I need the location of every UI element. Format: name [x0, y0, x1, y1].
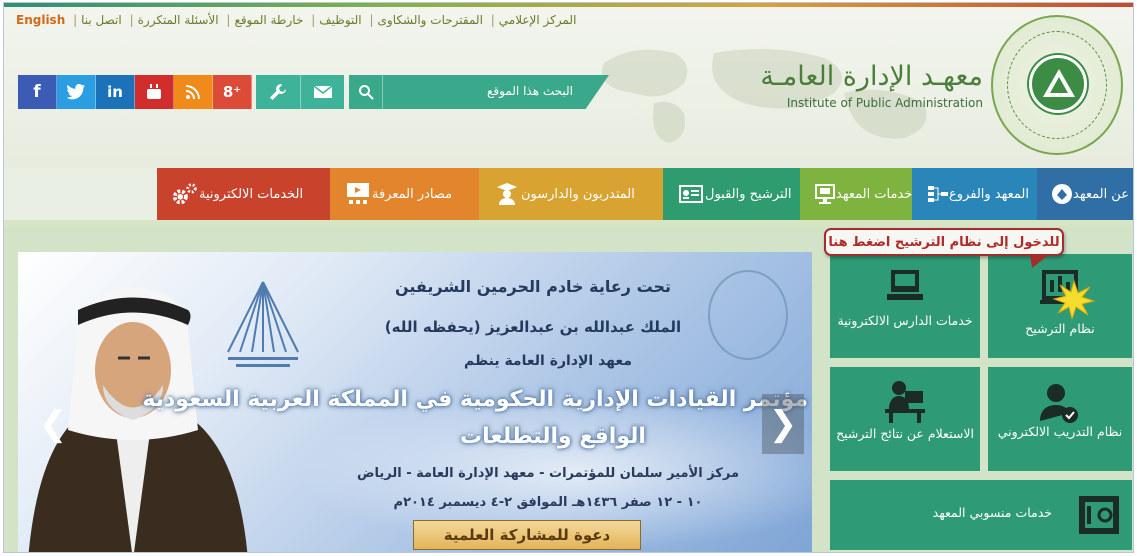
tile-nomination-label: نظام الترشيح: [1025, 321, 1095, 336]
tile-etraining-system[interactable]: نظام التدريب الالكتروني: [988, 367, 1132, 471]
tile-student-eservices-label: خدمات الدارس الالكترونية: [837, 313, 973, 328]
info-icon: [1051, 181, 1073, 207]
student-laptop-icon: [887, 270, 923, 300]
slide-line-1: تحت رعاية خادم الحرمين الشريفين: [394, 277, 672, 296]
slider-prev-arrow-icon[interactable]: ❮: [32, 394, 74, 454]
nav-branches[interactable]: المعهد والفروع: [912, 168, 1037, 220]
slide-line-2: الملك عبدالله بن عبدالعزيز (يحفظه الله): [384, 318, 682, 336]
banner-slider[interactable]: تحت رعاية خادم الحرمين الشريفين الملك عب…: [18, 252, 812, 552]
user-check-icon: [1040, 384, 1078, 423]
mail-icon[interactable]: [300, 75, 344, 109]
slide-line-3: معهد الإدارة العامة ينظم: [463, 353, 632, 369]
services-icon: [814, 181, 836, 207]
nomination-tooltip: للدخول إلى نظام الترشيح اضغط هنا: [824, 228, 1064, 268]
tile-staff-services-label: خدمات منسوبي المعهد: [932, 505, 1052, 520]
link-suggestions[interactable]: المقترحات والشكاوى: [378, 13, 483, 27]
nav-about-label: عن المعهد: [1073, 186, 1129, 202]
nav-knowledge[interactable]: مصادر المعرفة: [330, 168, 479, 220]
nav-eservices[interactable]: الخدمات الالكترونية: [157, 168, 330, 220]
link-jobs[interactable]: التوظيف: [319, 13, 361, 27]
search-icon[interactable]: [349, 75, 383, 109]
tools-icon[interactable]: [256, 75, 300, 109]
search-input[interactable]: البحث هذا الموقع: [349, 75, 609, 109]
link-sitemap[interactable]: خارطة الموقع: [234, 13, 303, 27]
presentation-icon: [344, 181, 372, 207]
safe-icon: [1079, 496, 1119, 534]
slide-venue: مركز الأمير سلمان للمؤتمرات - معهد الإدا…: [357, 466, 739, 481]
nav-trainees[interactable]: المتدربون والدارسون: [479, 168, 663, 220]
nav-services[interactable]: خدمات المعهد: [800, 168, 912, 220]
slider-next-arrow-icon[interactable]: ❯: [762, 394, 804, 454]
world-map-background: [602, 49, 927, 143]
slide-date: ١٠ - ١٢ صفر ١٤٣٦هـ الموافق ٢-٤ ديسمبر ٢٠…: [393, 495, 703, 510]
org-chart-icon: [926, 181, 949, 207]
institute-logo[interactable]: [991, 15, 1123, 155]
link-faq[interactable]: الأسئلة المتكررة: [138, 13, 219, 27]
tile-staff-services[interactable]: خدمات منسوبي المعهد: [830, 480, 1132, 550]
main-nav: عن المعهد المعهد والفروع خدمات المعهد ال…: [4, 168, 1133, 220]
link-english[interactable]: English: [16, 13, 65, 27]
top-links: المركز الإعلامي| المقترحات والشكاوى| الت…: [16, 13, 577, 27]
nav-knowledge-label: مصادر المعرفة: [372, 186, 453, 202]
call-for-papers-button[interactable]: دعوة للمشاركة العلمية: [413, 520, 641, 550]
id-card-icon: [677, 181, 705, 207]
nav-about[interactable]: عن المعهد: [1037, 168, 1133, 220]
rss-icon[interactable]: [174, 75, 213, 109]
tile-student-eservices[interactable]: خدمات الدارس الالكترونية: [830, 254, 980, 358]
social-bar: f in 8⁺: [18, 75, 344, 109]
browser-frame: المركز الإعلامي| المقترحات والشكاوى| الت…: [3, 2, 1134, 553]
gears-icon: [171, 181, 199, 207]
tile-etraining-label: نظام التدريب الالكتروني: [997, 424, 1123, 439]
nav-eservices-label: الخدمات الالكترونية: [199, 186, 304, 202]
link-media-center[interactable]: المركز الإعلامي: [499, 13, 577, 27]
logo-arabic-text: معهـد الإدارة العامـة: [760, 61, 983, 92]
googleplus-icon[interactable]: 8⁺: [213, 75, 252, 109]
search-placeholder: البحث هذا الموقع: [487, 84, 573, 98]
tile-nomination-results-label: الاستعلام عن نتائج الترشيح: [836, 426, 974, 441]
youtube-icon[interactable]: [135, 75, 174, 109]
content-area: تحت رعاية خادم الحرمين الشريفين الملك عب…: [4, 226, 1133, 552]
site-header: المركز الإعلامي| المقترحات والشكاوى| الت…: [4, 3, 1133, 168]
student-icon: [493, 181, 521, 207]
institute-seal-watermark: [708, 270, 788, 360]
logo-english-text: Institute of Public Administration: [786, 96, 983, 110]
slide-subtitle: الواقع والتطلعات: [460, 424, 646, 449]
facebook-icon[interactable]: f: [18, 75, 57, 109]
tooltip-text: للدخول إلى نظام الترشيح اضغط هنا: [828, 234, 1060, 250]
nav-trainees-label: المتدربون والدارسون: [521, 186, 635, 202]
tile-nomination-results[interactable]: الاستعلام عن نتائج الترشيح: [830, 367, 980, 471]
link-contact[interactable]: اتصل بنا: [81, 13, 122, 27]
twitter-icon[interactable]: [57, 75, 96, 109]
nav-admission[interactable]: الترشيح والقبول: [663, 168, 800, 220]
click-burst-icon: [1052, 279, 1096, 319]
nav-branches-label: المعهد والفروع: [949, 186, 1029, 202]
top-color-strip: [4, 3, 1133, 7]
nav-services-label: خدمات المعهد: [836, 186, 913, 202]
desk-user-icon: [885, 381, 925, 423]
nav-admission-label: الترشيح والقبول: [705, 186, 792, 202]
slide-title: مؤتمر القيادات الإدارية الحكومية في المم…: [142, 387, 808, 412]
linkedin-icon[interactable]: in: [96, 75, 135, 109]
